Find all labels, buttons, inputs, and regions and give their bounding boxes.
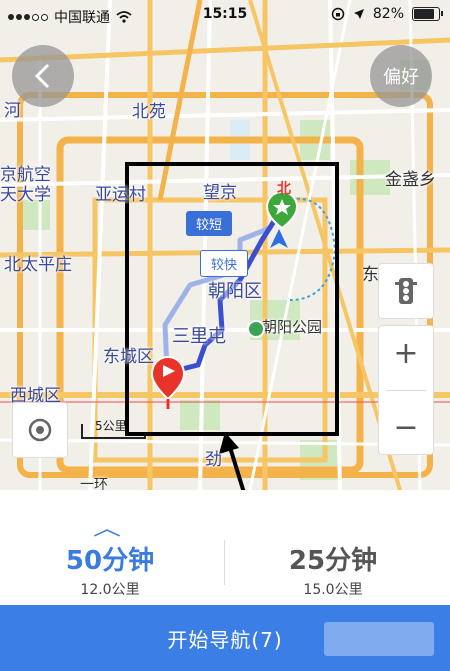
current-location-icon xyxy=(270,229,288,248)
route-option-distance: 15.0公里 xyxy=(303,582,363,598)
battery-icon xyxy=(412,7,443,21)
start-marker-icon xyxy=(150,355,186,409)
annotation-arrow xyxy=(219,432,246,490)
status-bar: 中国联通 15:15 82% xyxy=(0,0,450,30)
chevron-up-icon[interactable]: ︿ xyxy=(93,512,121,541)
place-label: 劲 xyxy=(205,450,222,470)
zoom-control: + − xyxy=(378,325,434,455)
zoom-out-button[interactable]: − xyxy=(393,410,418,445)
place-label: 一环 xyxy=(80,477,108,490)
place-label: 北苑 xyxy=(132,102,166,122)
place-label: 金盏乡 xyxy=(385,170,436,190)
route-option-2[interactable]: 25分钟 15.0公里 xyxy=(263,540,403,599)
location-arrow-icon xyxy=(353,9,364,19)
rotation-lock-icon xyxy=(331,7,345,21)
zoom-in-button[interactable]: + xyxy=(393,336,418,371)
start-marker-label: 北 xyxy=(277,181,291,197)
scale-label: 5公里 xyxy=(95,419,127,433)
traffic-button[interactable] xyxy=(378,263,434,319)
place-label: 朝阳区 xyxy=(208,281,262,302)
place-label: 朝阳公园 xyxy=(262,318,323,336)
place-label: 东 xyxy=(362,265,379,285)
route-tag-shorter[interactable]: 较短 xyxy=(186,211,233,236)
place-label: 天大学 xyxy=(0,185,51,205)
chevron-left-icon xyxy=(34,63,50,89)
route-option-time: 50分钟 xyxy=(65,546,155,576)
place-label: 三里屯 xyxy=(172,326,226,347)
place-label: 北太平庄 xyxy=(4,255,72,275)
route-option-time: 25分钟 xyxy=(288,546,378,576)
route-option-1[interactable]: 50分钟 12.0公里 xyxy=(40,540,180,599)
route-tag-faster[interactable]: 较快 xyxy=(200,250,249,277)
watermark xyxy=(324,622,434,656)
park-icon xyxy=(247,320,265,338)
battery-percent: 82% xyxy=(372,6,404,22)
preference-button[interactable]: 偏好 xyxy=(370,45,432,107)
map-view[interactable]: 河 北苑 京航空 天大学 亚运村 望京 金盏乡 北太平庄 朝阳区 朝阳公园 三里… xyxy=(0,0,450,490)
back-button[interactable] xyxy=(12,45,74,107)
traffic-light-icon xyxy=(395,278,417,304)
place-label: 河 xyxy=(4,101,21,121)
zoom-divider xyxy=(386,389,426,391)
place-label: 望京 xyxy=(203,183,237,203)
place-label: 东城区 xyxy=(103,347,154,367)
route-option-distance: 12.0公里 xyxy=(80,582,140,598)
locate-icon xyxy=(28,418,52,442)
locate-button[interactable] xyxy=(12,402,68,458)
place-label: 亚运村 xyxy=(95,185,146,205)
divider xyxy=(224,540,225,585)
